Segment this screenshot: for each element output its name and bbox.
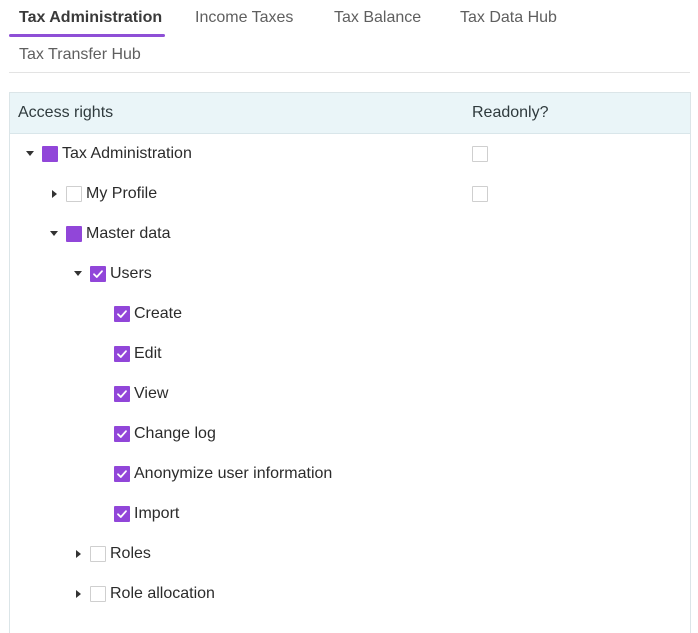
access-rights-grid: Access rights Readonly? Tax Administrati… bbox=[9, 92, 691, 633]
tab-tax-administration[interactable]: Tax Administration bbox=[19, 8, 162, 28]
tree-row[interactable]: Master data bbox=[10, 214, 690, 254]
active-tab-indicator bbox=[9, 34, 165, 37]
caret-right-icon[interactable] bbox=[48, 188, 60, 200]
access-checkbox[interactable] bbox=[114, 426, 130, 442]
access-right-label: Master data bbox=[86, 225, 171, 242]
access-checkbox[interactable] bbox=[90, 266, 106, 282]
access-right-label: Create bbox=[134, 305, 183, 322]
checkmark-icon bbox=[117, 470, 127, 478]
access-checkbox[interactable] bbox=[42, 146, 58, 162]
tab-tax-balance[interactable]: Tax Balance bbox=[334, 8, 421, 28]
access-checkbox[interactable] bbox=[66, 226, 82, 242]
access-checkbox[interactable] bbox=[66, 186, 82, 202]
readonly-checkbox[interactable] bbox=[472, 146, 488, 162]
readonly-checkbox[interactable] bbox=[472, 186, 488, 202]
access-right-label: Role allocation bbox=[110, 585, 215, 602]
grid-header: Access rights Readonly? bbox=[10, 93, 690, 134]
caret-down-icon[interactable] bbox=[72, 268, 84, 280]
caret-down-icon[interactable] bbox=[24, 148, 36, 160]
checkmark-icon bbox=[117, 430, 127, 438]
access-checkbox[interactable] bbox=[90, 586, 106, 602]
caret-right-icon[interactable] bbox=[72, 548, 84, 560]
access-right-label: Roles bbox=[110, 545, 151, 562]
tree-row[interactable]: Tax Administration bbox=[10, 134, 690, 174]
access-checkbox[interactable] bbox=[114, 466, 130, 482]
tab-income-taxes[interactable]: Income Taxes bbox=[195, 8, 293, 28]
access-right-label: Change log bbox=[134, 425, 216, 442]
access-checkbox[interactable] bbox=[114, 386, 130, 402]
access-checkbox[interactable] bbox=[114, 506, 130, 522]
access-right-label: Anonymize user information bbox=[134, 465, 333, 482]
checkmark-icon bbox=[117, 510, 127, 518]
tree-row[interactable]: Create bbox=[10, 294, 690, 334]
access-right-label: Edit bbox=[134, 345, 162, 362]
checkmark-icon bbox=[117, 310, 127, 318]
tab-bar: Tax Administration Income Taxes Tax Bala… bbox=[9, 0, 690, 73]
access-right-label: Users bbox=[110, 265, 152, 282]
access-right-label: Import bbox=[134, 505, 180, 522]
caret-down-icon[interactable] bbox=[48, 228, 60, 240]
tree-row[interactable]: My Profile bbox=[10, 174, 690, 214]
tab-tax-transfer-hub[interactable]: Tax Transfer Hub bbox=[19, 45, 141, 65]
access-right-label: Tax Administration bbox=[62, 145, 192, 162]
tree-row[interactable]: Users bbox=[10, 254, 690, 294]
caret-right-icon[interactable] bbox=[72, 588, 84, 600]
tree-row[interactable]: Role allocation bbox=[10, 574, 690, 614]
tree-row[interactable]: Change log bbox=[10, 414, 690, 454]
checkmark-icon bbox=[117, 350, 127, 358]
access-checkbox[interactable] bbox=[90, 546, 106, 562]
column-header-access-rights[interactable]: Access rights bbox=[18, 103, 113, 123]
tree-row[interactable]: Edit bbox=[10, 334, 690, 374]
tab-tax-data-hub[interactable]: Tax Data Hub bbox=[460, 8, 557, 28]
tree-row[interactable]: Roles bbox=[10, 534, 690, 574]
access-right-label: My Profile bbox=[86, 185, 158, 202]
checkmark-icon bbox=[117, 390, 127, 398]
access-right-label: View bbox=[134, 385, 169, 402]
column-header-readonly[interactable]: Readonly? bbox=[472, 103, 549, 123]
checkmark-icon bbox=[93, 270, 103, 278]
access-checkbox[interactable] bbox=[114, 306, 130, 322]
tree-row[interactable]: Import bbox=[10, 494, 690, 534]
tree-row[interactable]: View bbox=[10, 374, 690, 414]
access-checkbox[interactable] bbox=[114, 346, 130, 362]
tree-row[interactable]: Anonymize user information bbox=[10, 454, 690, 494]
